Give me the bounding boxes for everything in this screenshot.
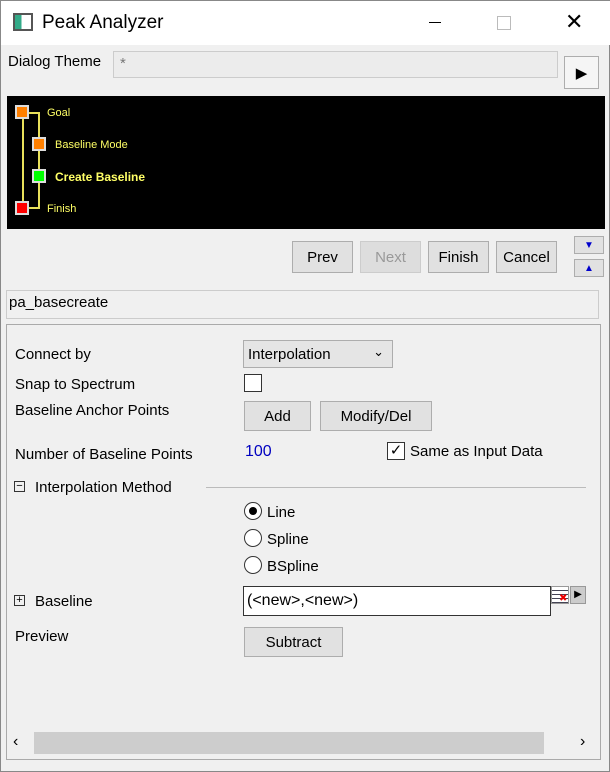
scroll-left-icon[interactable]: ‹: [13, 733, 18, 751]
num-points-label: Number of Baseline Points: [15, 446, 193, 463]
section-divider: [206, 487, 586, 488]
theme-label: Dialog Theme: [8, 53, 102, 70]
radio-spline-label: Spline: [267, 531, 309, 548]
scroll-thumb[interactable]: [34, 732, 544, 754]
radio-line-label: Line: [267, 504, 296, 521]
anchor-points-label: Baseline Anchor Points: [15, 402, 170, 419]
subtract-button[interactable]: Subtract: [244, 627, 343, 657]
chevron-down-icon: ⌄: [373, 344, 384, 359]
collapse-down-button[interactable]: ▼: [574, 236, 604, 254]
tree-finish[interactable]: Finish: [47, 203, 76, 215]
prev-button[interactable]: Prev: [292, 241, 353, 273]
connect-by-label: Connect by: [15, 346, 91, 363]
title-bar: Peak Analyzer ✕: [1, 1, 610, 45]
connect-by-dropdown[interactable]: Interpolation ⌄: [243, 340, 393, 368]
horizontal-scrollbar[interactable]: ‹ ›: [7, 732, 600, 754]
add-button[interactable]: Add: [244, 401, 311, 431]
cancel-button[interactable]: Cancel: [496, 241, 557, 273]
baseline-input[interactable]: (<new>,<new>): [243, 586, 551, 616]
baseline-menu-button[interactable]: ▶: [570, 586, 586, 604]
wizard-tree: Goal Baseline Mode Create Baseline Finis…: [7, 96, 605, 229]
num-points-value: 100: [245, 443, 272, 460]
same-as-input-checkbox[interactable]: ✓: [387, 442, 405, 460]
next-button[interactable]: Next: [360, 241, 421, 273]
snap-label: Snap to Spectrum: [15, 376, 136, 393]
scroll-right-icon[interactable]: ›: [580, 733, 585, 751]
radio-line[interactable]: [244, 502, 262, 520]
modify-del-button[interactable]: Modify/Del: [320, 401, 432, 431]
snap-checkbox[interactable]: [244, 374, 262, 392]
interp-section-label: Interpolation Method: [35, 479, 172, 496]
expand-icon[interactable]: +: [14, 595, 25, 606]
tree-baseline-mode[interactable]: Baseline Mode: [55, 139, 128, 151]
tree-create-baseline[interactable]: Create Baseline: [55, 170, 145, 184]
radio-bspline[interactable]: [244, 556, 262, 574]
finish-node-icon[interactable]: [15, 201, 29, 215]
radio-spline[interactable]: [244, 529, 262, 547]
window-title: Peak Analyzer: [42, 12, 164, 33]
connect-by-value: Interpolation: [248, 346, 331, 363]
collapse-icon[interactable]: −: [14, 481, 25, 492]
page-name-field: pa_basecreate: [6, 290, 599, 319]
close-button[interactable]: ✕: [565, 9, 583, 35]
finish-button[interactable]: Finish: [428, 241, 489, 273]
minimize-button[interactable]: [429, 22, 441, 23]
theme-menu-button[interactable]: ▶: [564, 56, 599, 89]
app-icon: [13, 13, 33, 31]
same-as-input-label: Same as Input Data: [410, 443, 543, 460]
baseline-mode-node-icon[interactable]: [32, 137, 46, 151]
tree-goal[interactable]: Goal: [47, 107, 70, 119]
theme-field[interactable]: *: [113, 51, 558, 78]
radio-bspline-label: BSpline: [267, 558, 319, 575]
expand-up-button[interactable]: ▲: [574, 259, 604, 277]
worksheet-browse-icon[interactable]: ✖: [551, 586, 569, 604]
maximize-button[interactable]: [497, 16, 511, 30]
create-baseline-node-icon[interactable]: [32, 169, 46, 183]
baseline-label: Baseline: [35, 593, 93, 610]
goal-node-icon[interactable]: [15, 105, 29, 119]
preview-label: Preview: [15, 628, 69, 645]
